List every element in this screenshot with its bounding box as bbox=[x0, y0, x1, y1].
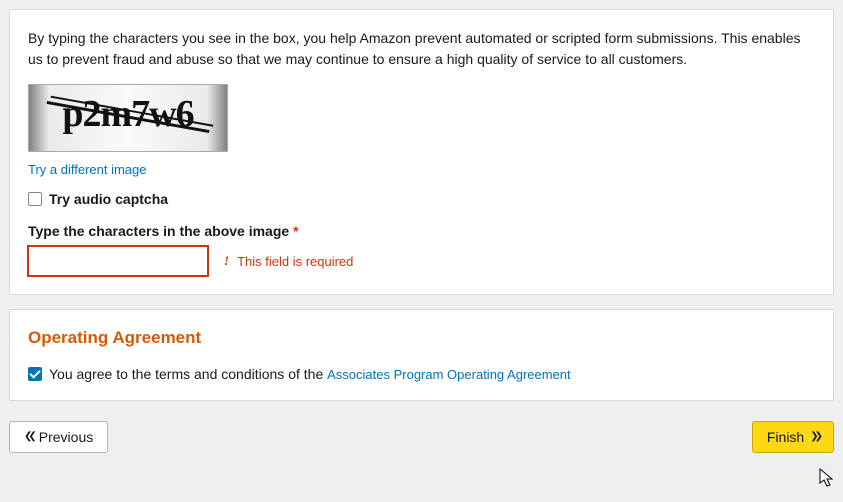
chevron-left-icon: ❮❮ bbox=[24, 432, 33, 442]
chevron-right-icon: ❯❯ bbox=[810, 432, 819, 442]
captcha-intro-text: By typing the characters you see in the … bbox=[28, 28, 815, 70]
captcha-input[interactable] bbox=[28, 246, 208, 276]
audio-captcha-checkbox[interactable] bbox=[28, 192, 42, 206]
operating-agreement-section: Operating Agreement You agree to the ter… bbox=[9, 309, 834, 401]
agree-row[interactable]: You agree to the terms and conditions of… bbox=[28, 366, 815, 382]
mouse-cursor-icon bbox=[819, 468, 835, 488]
captcha-image: p2m7w6 bbox=[28, 84, 228, 152]
try-different-image-link[interactable]: Try a different image bbox=[28, 162, 147, 177]
captcha-input-label: Type the characters in the above image * bbox=[28, 223, 815, 239]
audio-captcha-row[interactable]: Try audio captcha bbox=[28, 191, 815, 207]
previous-button-label: Previous bbox=[39, 429, 93, 445]
footer-buttons: ❮❮ Previous Finish ❯❯ bbox=[9, 415, 834, 453]
captcha-section: By typing the characters you see in the … bbox=[9, 9, 834, 295]
audio-captcha-label: Try audio captcha bbox=[49, 191, 168, 207]
agree-text: You agree to the terms and conditions of… bbox=[49, 366, 571, 382]
previous-button[interactable]: ❮❮ Previous bbox=[9, 421, 108, 453]
required-asterisk: * bbox=[293, 223, 298, 239]
agree-checkbox[interactable] bbox=[28, 367, 42, 381]
finish-button-label: Finish bbox=[767, 429, 804, 445]
captcha-text: p2m7w6 bbox=[62, 92, 193, 136]
captcha-error: ! This field is required bbox=[224, 253, 353, 269]
operating-agreement-link[interactable]: Associates Program Operating Agreement bbox=[327, 367, 571, 382]
finish-button[interactable]: Finish ❯❯ bbox=[752, 421, 834, 453]
operating-agreement-title: Operating Agreement bbox=[28, 328, 815, 348]
error-icon: ! bbox=[224, 253, 229, 269]
captcha-error-text: This field is required bbox=[237, 254, 353, 269]
